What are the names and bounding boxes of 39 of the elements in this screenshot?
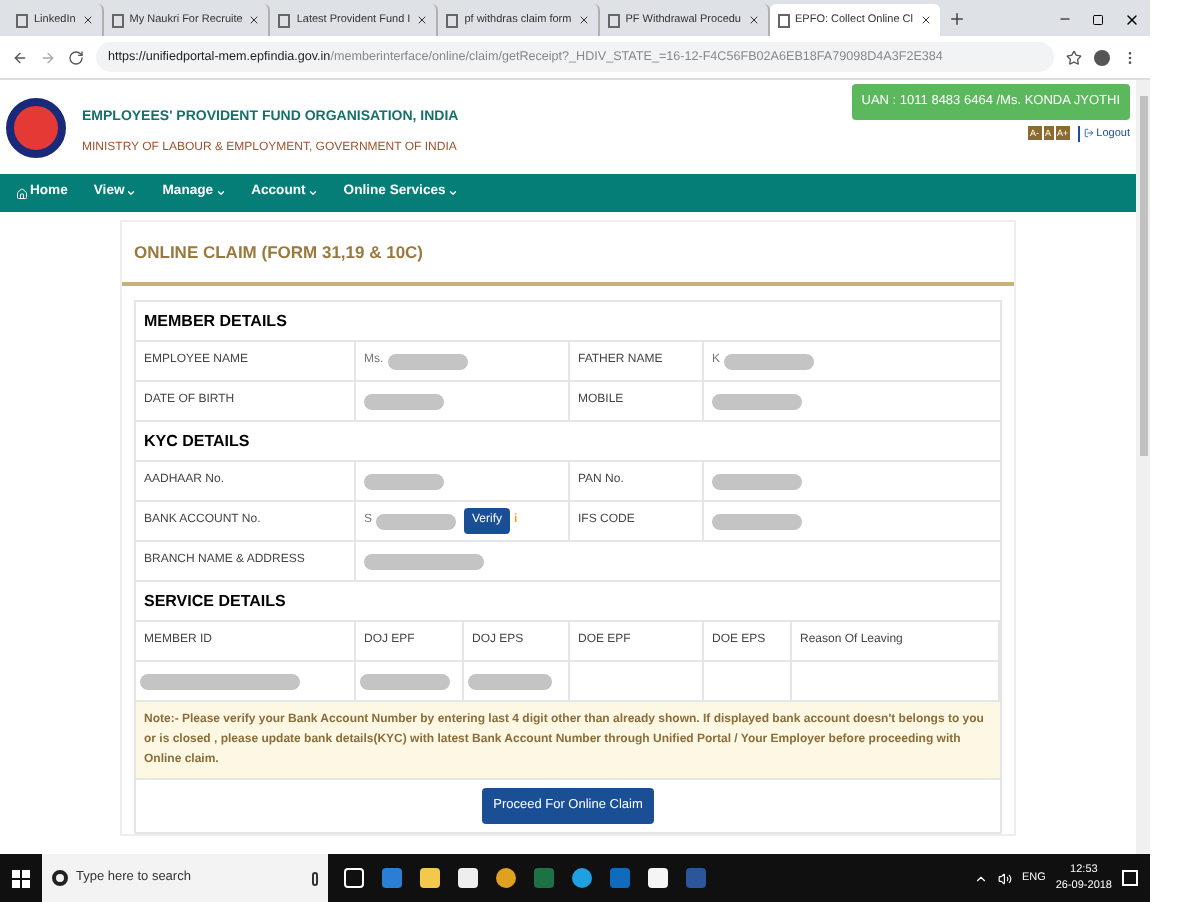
- page-icon: [278, 13, 291, 27]
- logout-icon: [1084, 128, 1095, 139]
- section-heading: SERVICE DETAILS: [144, 589, 286, 613]
- page-icon: [446, 13, 459, 27]
- caret-icon: [215, 188, 226, 198]
- caret-icon: [126, 188, 137, 198]
- close-icon[interactable]: [416, 14, 429, 26]
- windows-icon[interactable]: [12, 869, 30, 887]
- microphone-icon: [312, 871, 318, 885]
- close-icon[interactable]: [919, 14, 931, 26]
- caret-icon: [307, 188, 318, 198]
- reload-icon[interactable]: [68, 49, 84, 65]
- task-view-icon[interactable]: [344, 868, 364, 888]
- close-icon[interactable]: [1124, 12, 1140, 28]
- new-tab-icon[interactable]: [947, 10, 965, 28]
- notification-icon[interactable]: [1122, 870, 1138, 886]
- star-icon[interactable]: [1066, 49, 1082, 65]
- close-icon[interactable]: [577, 14, 590, 26]
- page-icon: [111, 13, 124, 27]
- chevron-up-icon[interactable]: [973, 871, 988, 885]
- close-icon[interactable]: [248, 14, 261, 26]
- close-icon[interactable]: [747, 14, 759, 26]
- restore-icon[interactable]: [1092, 14, 1104, 26]
- home-icon: [16, 187, 28, 199]
- back-icon[interactable]: [12, 49, 28, 65]
- emblem-logo: [6, 97, 66, 157]
- caret-icon: [447, 188, 458, 198]
- profile-icon[interactable]: [1094, 49, 1110, 65]
- section-heading: KYC DETAILS: [144, 429, 250, 453]
- page-icon: [607, 13, 620, 27]
- speaker-icon[interactable]: [997, 871, 1012, 885]
- close-icon[interactable]: [81, 14, 94, 26]
- minimize-icon[interactable]: [1058, 12, 1072, 26]
- scrollbar-thumb[interactable]: [1139, 96, 1147, 456]
- page-icon: [16, 13, 28, 27]
- cortana-icon: [52, 870, 68, 886]
- section-heading: MEMBER DETAILS: [144, 309, 287, 333]
- page-icon: [777, 13, 789, 27]
- claim-title: ONLINE CLAIM (FORM 31,19 & 10C): [134, 239, 424, 265]
